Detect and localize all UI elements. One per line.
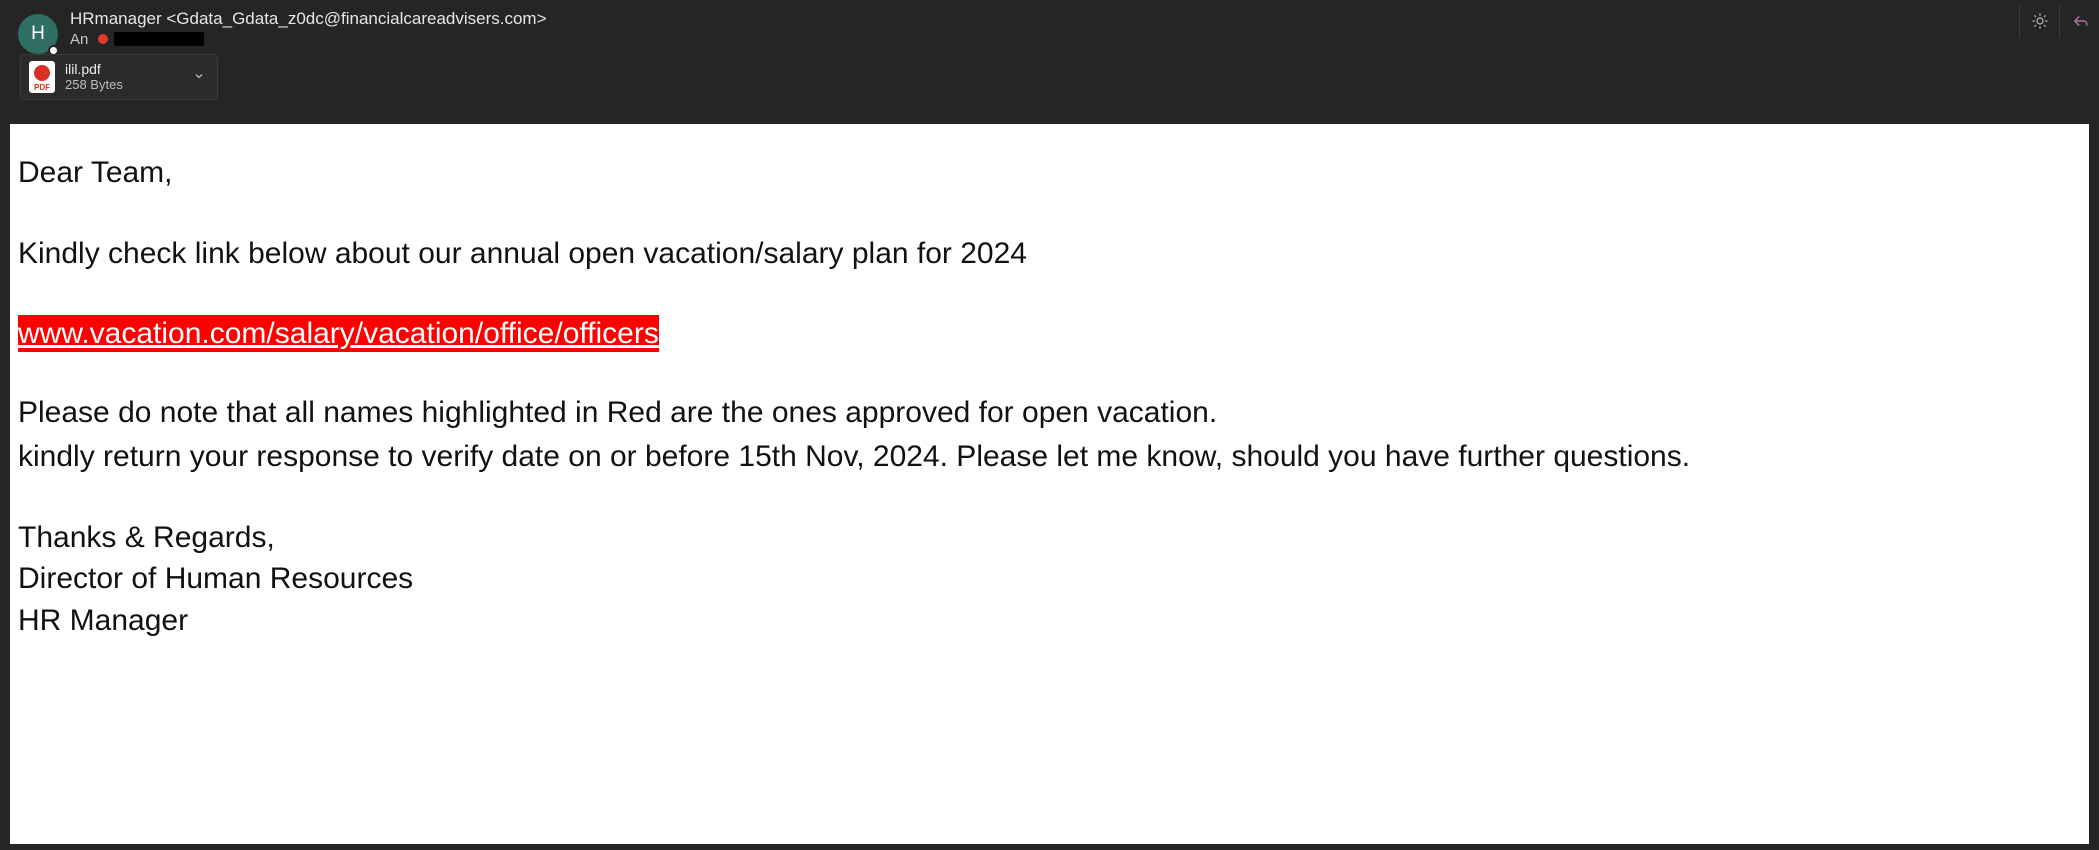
attachment-row: PDF ilil.pdf 258 Bytes — [20, 54, 2081, 100]
sender-block: HRmanager <Gdata_Gdata_z0dc@financialcar… — [70, 9, 547, 48]
signature-line-3: HR Manager — [18, 600, 2081, 641]
body-line-2: Please do note that all names highlighte… — [18, 392, 2081, 433]
chevron-down-icon[interactable] — [189, 69, 209, 85]
spacer — [18, 275, 2081, 315]
sun-icon[interactable] — [2019, 4, 2059, 38]
email-header: H HRmanager <Gdata_Gdata_z0dc@financialc… — [0, 0, 2099, 110]
signature-line-2: Director of Human Resources — [18, 558, 2081, 599]
recipient-line: An — [70, 31, 547, 48]
avatar: H — [18, 14, 58, 54]
email-body: Dear Team, Kindly check link below about… — [10, 124, 2089, 844]
body-line-3: kindly return your response to verify da… — [18, 436, 2081, 477]
body-line-1: Kindly check link below about our annual… — [18, 233, 2081, 274]
phishing-link[interactable]: www.vacation.com/salary/vacation/office/… — [18, 315, 659, 353]
body-greeting: Dear Team, — [18, 152, 2081, 193]
pdf-file-icon: PDF — [29, 61, 55, 93]
recipient-flag-icon — [98, 34, 108, 44]
avatar-initial: H — [31, 23, 45, 45]
sender-address: HRmanager <Gdata_Gdata_z0dc@financialcar… — [70, 9, 547, 29]
redacted-recipient — [114, 32, 204, 46]
sender-row: H HRmanager <Gdata_Gdata_z0dc@financialc… — [18, 8, 2081, 48]
header-icon-bar — [2019, 4, 2099, 38]
attachment-chip[interactable]: PDF ilil.pdf 258 Bytes — [20, 54, 218, 100]
spacer — [18, 193, 2081, 233]
attachment-filename: ilil.pdf — [65, 61, 179, 77]
spacer — [18, 477, 2081, 517]
to-label: An — [70, 31, 88, 48]
attachment-texts: ilil.pdf 258 Bytes — [65, 61, 179, 92]
reply-icon[interactable] — [2059, 4, 2099, 38]
attachment-filesize: 258 Bytes — [65, 78, 179, 93]
pdf-icon-label: PDF — [29, 83, 55, 92]
signature-line-1: Thanks & Regards, — [18, 517, 2081, 558]
spacer — [18, 352, 2081, 392]
